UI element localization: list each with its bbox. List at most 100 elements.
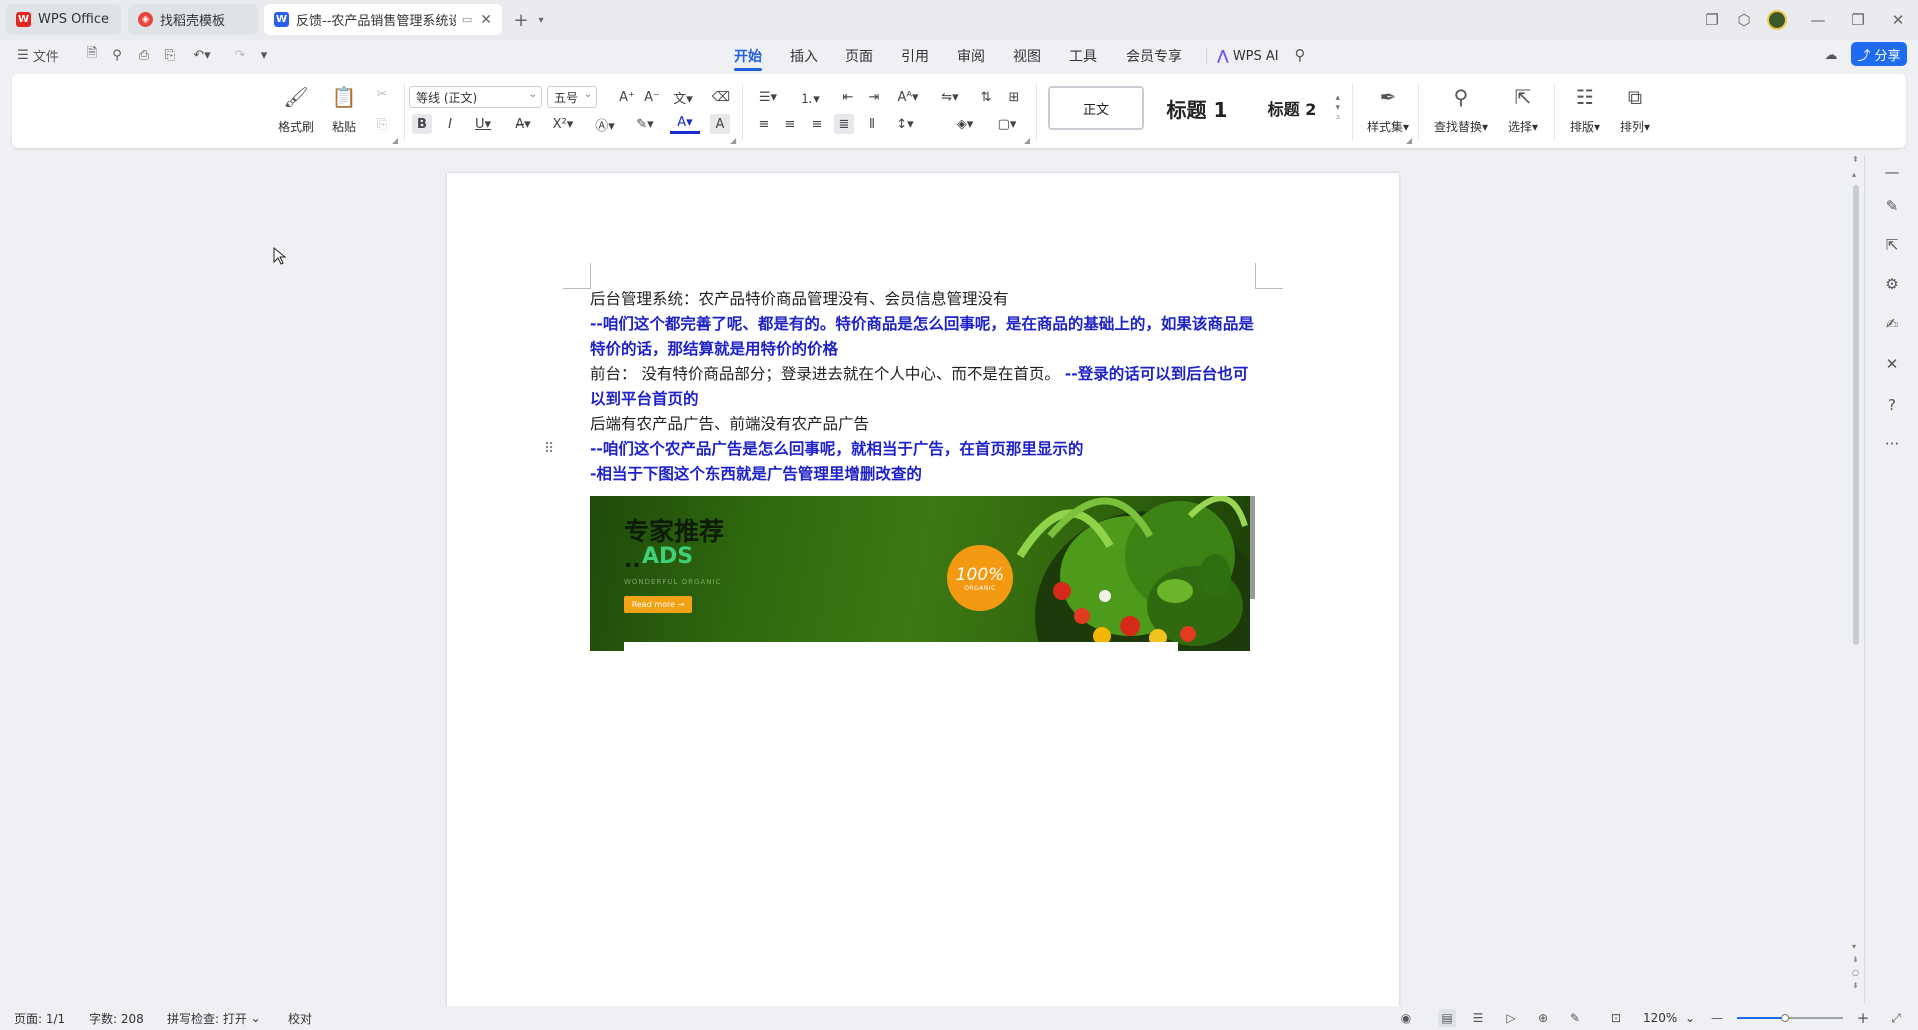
tab-page[interactable]: 页面 [845, 45, 873, 67]
ads-banner-image[interactable]: 专家推荐 .. ADS WONDERFUL ORGANIC Read more … [590, 496, 1250, 651]
char-shading-icon[interactable]: A [710, 114, 730, 134]
web-view-icon[interactable]: ⊕ [1534, 1009, 1552, 1027]
play-icon[interactable]: ▷ [1502, 1009, 1520, 1027]
align-center-icon[interactable]: ≡ [780, 114, 800, 134]
dialog-launcher-icon[interactable]: ◢ [730, 136, 736, 145]
distributed-icon[interactable]: ⫴ [862, 114, 882, 134]
chevron-down-icon[interactable]: ▾ [528, 8, 554, 32]
page-indicator[interactable]: 页面: 1/1 [14, 1010, 65, 1026]
close-window-icon[interactable]: ✕ [1885, 8, 1911, 32]
border-icon[interactable]: ▢▾ [992, 114, 1022, 134]
scroll-nav-icons[interactable]: ▾ ⇟ ○ ⇟ [1852, 940, 1859, 992]
layout-button[interactable]: ☷ 排版▾ [1560, 80, 1610, 142]
vertical-scrollbar[interactable]: ⇞ ▴ ▾ ⇟ ○ ⇟ [1851, 155, 1861, 1000]
format-painter-button[interactable]: 🖌 格式刷 [270, 80, 322, 142]
avatar[interactable] [1764, 8, 1790, 32]
cut-icon[interactable]: ✂ [372, 84, 392, 104]
scrollbar-thumb[interactable] [1853, 185, 1859, 645]
tab-member[interactable]: 会员专享 [1126, 45, 1182, 67]
line-spacing-icon[interactable]: ↕▾ [890, 114, 920, 134]
dialog-launcher-icon[interactable]: ◢ [1406, 136, 1412, 145]
collapse-icon[interactable]: — [1878, 158, 1906, 186]
bold-button[interactable]: B [412, 114, 432, 134]
decrease-indent-icon[interactable]: ⇤ [838, 87, 858, 107]
fit-page-icon[interactable]: ⊡ [1607, 1009, 1625, 1027]
cube-icon[interactable]: ⬡ [1731, 8, 1757, 32]
close-icon[interactable]: ✕ [480, 12, 492, 28]
convert-icon[interactable]: ⇋▾ [936, 87, 964, 107]
save-icon[interactable]: 🗎 [82, 44, 102, 66]
print-icon[interactable]: ⎙ [134, 44, 154, 66]
style-set-button[interactable]: ✒ 样式集▾ [1360, 80, 1416, 142]
italic-button[interactable]: I [440, 114, 460, 134]
search-icon[interactable]: ⚲ [1290, 44, 1310, 66]
restore-icon[interactable]: ❐ [1845, 8, 1871, 32]
eraser-icon[interactable]: ⌫ [710, 87, 732, 107]
tab-document[interactable]: W 反馈--农产品销售管理系统设计 ▭ ✕ [264, 4, 502, 35]
grow-font-icon[interactable]: A⁺ [617, 87, 637, 107]
shrink-font-icon[interactable]: A⁻ [642, 87, 662, 107]
tab-start[interactable]: 开始 [734, 45, 762, 71]
style-heading-1[interactable]: 标题 1 [1152, 86, 1242, 130]
font-size-select[interactable]: 五号 ⌄ [547, 86, 597, 108]
redo-icon[interactable]: ↷ [228, 44, 252, 66]
pen-mode-icon[interactable]: ✎ [1566, 1009, 1584, 1027]
search-doc-icon[interactable]: ⚲ [107, 44, 127, 66]
help-icon[interactable]: ? [1878, 391, 1906, 419]
scroll-up-icon[interactable]: ▴ [1852, 170, 1856, 179]
tools-icon[interactable]: ✕ [1878, 350, 1906, 378]
tab-reference[interactable]: 引用 [901, 45, 929, 67]
zoom-slider[interactable] [1737, 1014, 1843, 1022]
undo-icon[interactable]: ↶▾ [188, 44, 216, 66]
strikethrough-icon[interactable]: A̶▾ [508, 114, 538, 134]
highlight-icon[interactable]: ✎▾ [630, 114, 660, 134]
window-manager-icon[interactable]: ❐ [1699, 8, 1725, 32]
customize-icon[interactable]: ▾ [255, 44, 273, 66]
adjust-icon[interactable]: ⚙ [1878, 270, 1906, 298]
phonetic-icon[interactable]: 文▾ [668, 87, 698, 107]
tab-review[interactable]: 审阅 [957, 45, 985, 67]
fullscreen-icon[interactable]: ⤢ [1887, 1009, 1905, 1027]
font-name-select[interactable]: 等线 (正文) ⌄ [409, 86, 542, 108]
float-window-icon[interactable]: ▭ [462, 13, 472, 26]
word-count[interactable]: 字数: 208 [89, 1010, 144, 1026]
edit-image-icon[interactable]: ✍ [1878, 310, 1906, 338]
style-heading-2[interactable]: 标题 2 [1252, 86, 1332, 130]
font-color-icon[interactable]: A▾ [670, 114, 700, 134]
tab-view[interactable]: 视图 [1013, 45, 1041, 67]
tab-tools[interactable]: 工具 [1069, 45, 1097, 67]
increase-indent-icon[interactable]: ⇥ [864, 87, 884, 107]
justify-icon[interactable]: ≣ [834, 114, 854, 134]
select-button[interactable]: ⇱ 选择▾ [1498, 80, 1548, 142]
tab-insert[interactable]: 插入 [790, 45, 818, 67]
find-replace-button[interactable]: ⚲ 查找替换▾ [1428, 80, 1494, 142]
align-left-icon[interactable]: ≡ [754, 114, 774, 134]
zoom-level[interactable]: 120% ⌄ [1643, 1010, 1695, 1026]
superscript-icon[interactable]: X²▾ [548, 114, 578, 134]
copy-icon[interactable]: ⎘ [372, 114, 392, 134]
style-gallery-scroll[interactable]: ▴ ▾ ⩡ [1330, 84, 1346, 132]
numbered-list-icon[interactable]: ⒈▾ [796, 87, 824, 107]
zoom-out-icon[interactable]: — [1708, 1009, 1726, 1027]
minimize-icon[interactable]: — [1805, 8, 1831, 32]
scroll-top-icon[interactable]: ⇞ [1852, 155, 1859, 164]
zoom-in-icon[interactable]: + [1854, 1009, 1872, 1027]
dialog-launcher-icon[interactable]: ◢ [1024, 136, 1030, 145]
select-pointer-icon[interactable]: ⇱ [1878, 231, 1906, 259]
zoom-slider-thumb[interactable] [1780, 1014, 1789, 1022]
file-menu[interactable]: ☰ 文件 [14, 44, 62, 66]
text-direction-icon[interactable]: Aᴬ▾ [894, 87, 922, 107]
share-button[interactable]: ⤴ 分享 [1851, 42, 1907, 66]
paste-button[interactable]: 📋 粘贴 [318, 80, 370, 142]
print-preview-icon[interactable]: ⎘ [160, 44, 180, 66]
page-view-icon[interactable]: ▤ [1438, 1009, 1456, 1027]
outline-view-icon[interactable]: ☰ [1469, 1009, 1487, 1027]
text-effect-icon[interactable]: Ⓐ▾ [590, 114, 620, 134]
tab-docer[interactable]: ◈ 找稻壳模板 [128, 4, 258, 35]
eye-icon[interactable]: ◉ [1397, 1009, 1415, 1027]
pen-icon[interactable]: ✎ [1878, 192, 1906, 220]
dialog-launcher-icon[interactable]: ◢ [392, 136, 398, 145]
style-normal[interactable]: 正文 [1048, 86, 1144, 130]
document-body[interactable]: 后台管理系统：农产品特价商品管理没有、会员信息管理没有 --咱们这个都完善了呢、… [590, 287, 1260, 487]
cloud-icon[interactable]: ☁ [1820, 44, 1842, 66]
